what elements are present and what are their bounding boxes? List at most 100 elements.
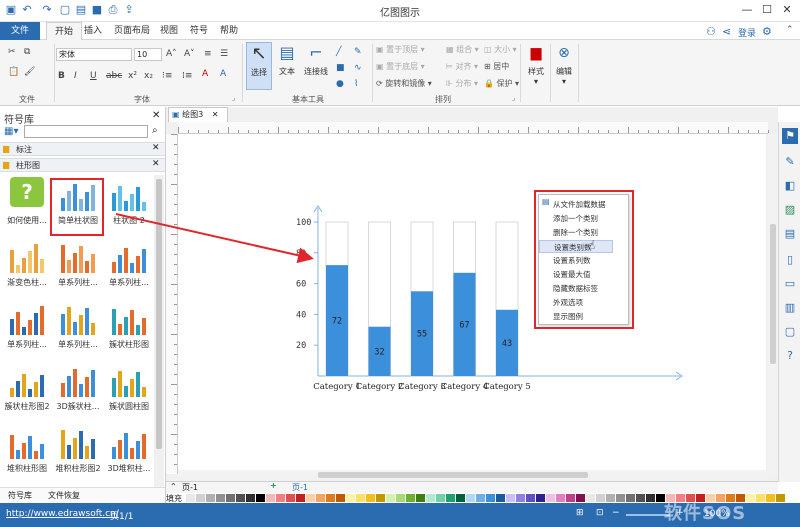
color-swatch[interactable] (216, 494, 225, 502)
color-swatch[interactable] (466, 494, 475, 502)
color-swatch[interactable] (316, 494, 325, 502)
select-button[interactable]: ↖ 选择 (246, 42, 272, 90)
symbol-item[interactable]: 堆积柱形图 (2, 425, 52, 474)
color-swatch[interactable] (606, 494, 615, 502)
section-close-icon[interactable]: ✕ (152, 143, 160, 153)
ellipse-tool-icon[interactable]: ● (336, 78, 344, 90)
protect-button[interactable]: 🔒 保护 ▾ (484, 78, 519, 90)
color-swatch[interactable] (546, 494, 555, 502)
add-page-icon[interactable]: + (270, 481, 277, 490)
symbol-item[interactable]: ? 如何使用... (2, 177, 52, 226)
color-swatch[interactable] (476, 494, 485, 502)
collapse-ribbon-icon[interactable]: ⌃ (786, 25, 794, 35)
line-format-icon[interactable]: ✎ (782, 154, 798, 170)
help-icon[interactable]: ? (782, 348, 798, 364)
color-swatch[interactable] (756, 494, 765, 502)
symbol-item[interactable]: 单系列柱... (104, 239, 154, 288)
color-swatch[interactable] (306, 494, 315, 502)
document-icon[interactable]: ▯ (782, 252, 798, 268)
color-swatch[interactable] (646, 494, 655, 502)
color-swatch[interactable] (336, 494, 345, 502)
bullets-icon[interactable]: ⁝≡ (162, 70, 172, 82)
color-swatch[interactable] (386, 494, 395, 502)
tab-file[interactable]: 文件 (0, 22, 40, 40)
color-swatch[interactable] (356, 494, 365, 502)
subscript-icon[interactable]: x₂ (144, 70, 153, 82)
color-swatch[interactable] (296, 494, 305, 502)
rotate-mirror-button[interactable]: ⟳ 旋转和镜像 ▾ (376, 78, 432, 90)
section-annotation[interactable]: ▆ 标注 ✕ (0, 142, 165, 156)
text-button[interactable]: ▤ 文本 (274, 42, 300, 90)
document-tab[interactable]: ▣ 绘图3 ✕ (168, 107, 228, 122)
strikethrough-icon[interactable]: abc (106, 70, 122, 82)
section-close-icon[interactable]: ✕ (152, 159, 160, 169)
color-swatch[interactable] (586, 494, 595, 502)
symbol-item[interactable]: 簇状柱形图 (104, 301, 154, 350)
symbol-item[interactable]: 单系列柱... (53, 239, 103, 288)
page-selector[interactable]: 页-1 (182, 482, 198, 493)
settings-icon[interactable]: ⚙ (762, 25, 772, 38)
color-swatch[interactable] (286, 494, 295, 502)
color-swatch[interactable] (486, 494, 495, 502)
style-button[interactable]: ▆ 样式 ▾ (524, 42, 548, 98)
color-swatch[interactable] (206, 494, 215, 502)
symbol-item[interactable]: 柱状图 2 (104, 177, 154, 226)
symbol-item[interactable]: 堆积柱形图2 (53, 425, 103, 474)
font-color-icon[interactable]: A (202, 68, 208, 80)
symbol-item[interactable]: 单系列柱... (2, 301, 52, 350)
color-swatch[interactable] (186, 494, 195, 502)
paste-icon[interactable]: 📋 (8, 66, 19, 78)
numbering-icon[interactable]: ⁞≡ (182, 70, 192, 82)
copy-icon[interactable]: ⧉ (24, 46, 30, 58)
arrange-dialog-launcher-icon[interactable]: ⌟ (512, 94, 515, 102)
color-swatch[interactable] (496, 494, 505, 502)
font-size-select[interactable]: 10 (134, 48, 162, 61)
align-button[interactable]: ⊨ 对齐 ▾ (446, 61, 478, 73)
footer-symbol-library[interactable]: 符号库 (8, 490, 32, 501)
color-swatch[interactable] (556, 494, 565, 502)
maximize-button[interactable]: ☐ (758, 2, 776, 18)
search-input[interactable] (24, 125, 148, 138)
footer-file-recovery[interactable]: 文件恢复 (48, 490, 80, 501)
close-tab-icon[interactable]: ✕ (212, 110, 219, 119)
color-swatch[interactable] (326, 494, 335, 502)
library-menu-icon[interactable]: ▦▾ (4, 126, 18, 137)
close-button[interactable]: ✕ (778, 2, 796, 18)
grow-font-icon[interactable]: A˄ (166, 48, 177, 60)
tab-insert[interactable]: 插入 (76, 22, 110, 40)
superscript-icon[interactable]: x² (128, 70, 137, 82)
share-icon[interactable]: ⋖ (722, 25, 731, 38)
color-swatch[interactable] (436, 494, 445, 502)
page-list-icon[interactable]: ⌃ (170, 482, 177, 491)
color-swatch[interactable] (596, 494, 605, 502)
slideshow-icon[interactable]: ▭ (782, 276, 798, 292)
italic-icon[interactable]: I (74, 70, 77, 82)
color-swatch[interactable] (636, 494, 645, 502)
section-bar-charts[interactable]: ▆ 柱形图 ✕ (0, 158, 165, 172)
distribute-button[interactable]: ⊪ 分布 ▾ (446, 78, 478, 90)
size-button[interactable]: ◫ 大小 ▾ (484, 44, 517, 56)
color-swatch[interactable] (776, 494, 785, 502)
page-format-icon[interactable]: ⚑ (782, 128, 798, 144)
color-swatch[interactable] (276, 494, 285, 502)
color-swatch[interactable] (416, 494, 425, 502)
canvas-horizontal-scrollbar[interactable] (178, 470, 768, 480)
image-icon[interactable]: ▨ (782, 202, 798, 218)
font-dialog-launcher-icon[interactable]: ⌟ (232, 94, 235, 102)
zoom-out-icon[interactable]: − (612, 508, 620, 518)
tab-page-layout[interactable]: 页面布局 (106, 22, 158, 40)
send-back-button[interactable]: ▣ 置于底层 ▾ (376, 61, 425, 73)
color-swatch[interactable] (536, 494, 545, 502)
symbol-item[interactable]: 3D堆积柱... (104, 425, 154, 474)
pen-tool-icon[interactable]: ✎ (354, 46, 362, 58)
rectangle-tool-icon[interactable]: ■ (336, 62, 345, 74)
tab-help[interactable]: 帮助 (212, 22, 246, 40)
fullscreen-icon[interactable]: ⊡ (596, 508, 604, 518)
color-swatch[interactable] (226, 494, 235, 502)
feedback-icon[interactable]: ⚇ (706, 25, 716, 38)
data-icon[interactable]: ▥ (782, 300, 798, 316)
line-tool-icon[interactable]: ╱ (336, 46, 341, 58)
color-swatch[interactable] (516, 494, 525, 502)
minimize-button[interactable]: — (738, 2, 756, 18)
group-button[interactable]: ▦ 组合 ▾ (446, 44, 479, 56)
